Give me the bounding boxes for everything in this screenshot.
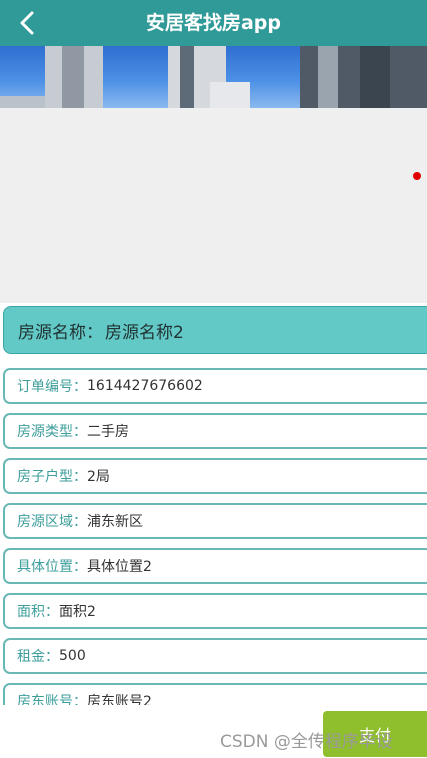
detail-label: 房源类型： <box>17 424 87 440</box>
detail-label: 具体位置： <box>17 559 87 575</box>
detail-value: 500 <box>59 648 86 664</box>
submit-button[interactable]: 支付 <box>323 711 427 757</box>
detail-label: 房源区域： <box>17 514 87 530</box>
detail-value: 面积2 <box>59 604 96 620</box>
detail-row-order-number: 订单编号： 1614427676602 <box>3 368 427 404</box>
detail-value: 房东账号2 <box>87 694 152 705</box>
banner-image <box>0 46 427 108</box>
detail-label: 房东账号： <box>17 694 87 705</box>
app-header: 安居客找房app <box>0 0 427 46</box>
carousel-area <box>0 108 427 303</box>
detail-row-house-type: 房源类型： 二手房 <box>3 413 427 449</box>
detail-row-rent: 租金： 500 <box>3 638 427 674</box>
detail-value: 浦东新区 <box>87 514 143 530</box>
detail-value: 具体位置2 <box>87 559 152 575</box>
detail-row-layout: 房子户型： 2局 <box>3 458 427 494</box>
carousel-indicator-dot[interactable] <box>413 172 421 180</box>
house-name-card: 房源名称： 房源名称2 <box>3 306 427 354</box>
detail-label: 面积： <box>17 604 59 620</box>
detail-row-location: 具体位置： 具体位置2 <box>3 548 427 584</box>
detail-row-area-district: 房源区域： 浦东新区 <box>3 503 427 539</box>
house-name-label: 房源名称： <box>18 322 103 343</box>
detail-label: 房子户型： <box>17 469 87 485</box>
detail-label: 订单编号： <box>17 379 87 395</box>
detail-row-size: 面积： 面积2 <box>3 593 427 629</box>
house-name-value: 房源名称2 <box>105 322 184 343</box>
detail-row-landlord-account: 房东账号： 房东账号2 <box>3 683 427 705</box>
detail-value: 2局 <box>87 469 110 485</box>
page-title: 安居客找房app <box>145 12 282 34</box>
detail-value: 二手房 <box>87 424 129 440</box>
detail-list: 订单编号： 1614427676602 房源类型： 二手房 房子户型： 2局 房… <box>0 368 427 705</box>
detail-value: 1614427676602 <box>87 378 203 394</box>
detail-label: 租金： <box>17 649 59 665</box>
